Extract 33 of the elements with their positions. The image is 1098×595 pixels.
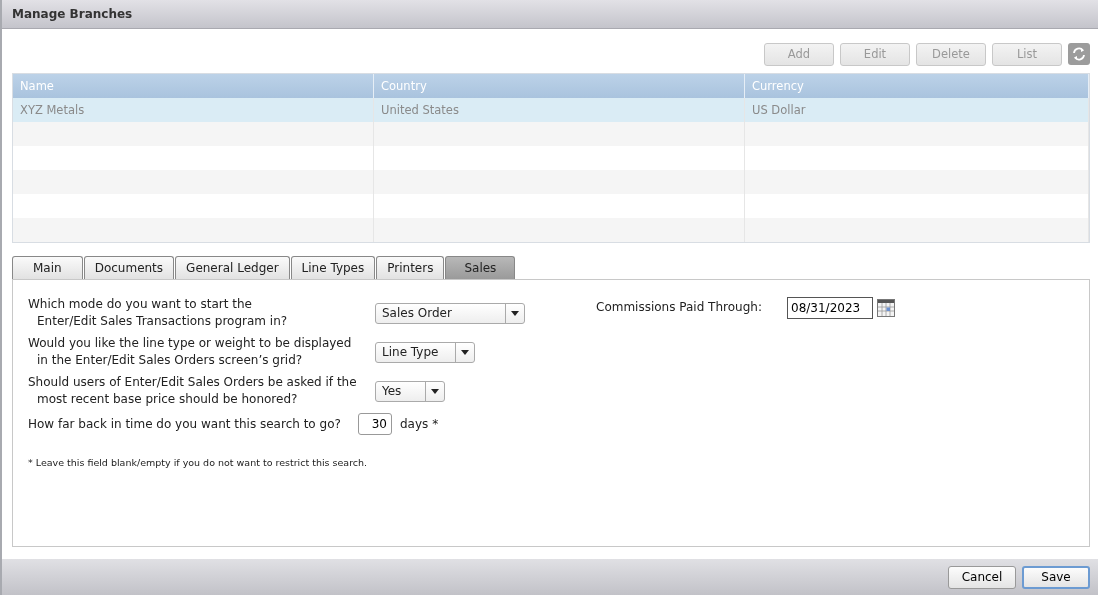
refresh-icon bbox=[1071, 46, 1087, 62]
question-text: Enter/Edit Sales Transactions program in? bbox=[36, 313, 289, 330]
tab[interactable]: General Ledger bbox=[175, 256, 290, 279]
question-text: Which mode do you want to start the bbox=[28, 296, 253, 313]
question-text: How far back in time do you want this search to go? bbox=[28, 415, 342, 433]
table-cell: XYZ Metals bbox=[20, 103, 85, 117]
days-input[interactable]: 30 bbox=[358, 413, 392, 435]
question-text: Would you like the line type or weight to be displayed bbox=[28, 335, 353, 352]
footer-button[interactable]: Cancel bbox=[948, 565, 1016, 589]
commissions-label: Commissions Paid Through: bbox=[596, 300, 763, 314]
caret-icon bbox=[431, 388, 439, 394]
footnote: * Leave this field blank/empty if you do not want to restrict this search. bbox=[28, 457, 369, 468]
question-text: in the Enter/Edit Sales Orders screen’s grid? bbox=[36, 352, 304, 369]
refresh-button[interactable] bbox=[1068, 43, 1090, 65]
caret-icon bbox=[511, 310, 519, 316]
window-title: Manage Branches bbox=[12, 7, 133, 21]
date-input[interactable]: 08/31/2023 bbox=[787, 297, 873, 319]
unit-label: days * bbox=[400, 417, 439, 431]
tab[interactable]: Main bbox=[12, 256, 83, 279]
tab[interactable]: Documents bbox=[83, 256, 175, 279]
dropdown[interactable]: Sales Order bbox=[375, 302, 525, 324]
footer-button[interactable]: Save bbox=[1022, 565, 1090, 589]
question-text: most recent base price should be honored? bbox=[36, 391, 299, 408]
question-text: Should users of Enter/Edit Sales Orders be asked if the bbox=[28, 374, 358, 391]
caret-icon bbox=[461, 349, 469, 355]
dropdown[interactable]: Line Type bbox=[375, 341, 475, 363]
calendar-icon[interactable] bbox=[877, 299, 895, 317]
tab[interactable]: Sales bbox=[445, 256, 516, 279]
tab[interactable]: Printers bbox=[376, 256, 445, 279]
tab[interactable]: Line Types bbox=[290, 256, 376, 279]
table-cell: US Dollar bbox=[752, 103, 806, 117]
dropdown[interactable]: Yes bbox=[375, 380, 445, 402]
table-cell: United States bbox=[381, 103, 459, 117]
